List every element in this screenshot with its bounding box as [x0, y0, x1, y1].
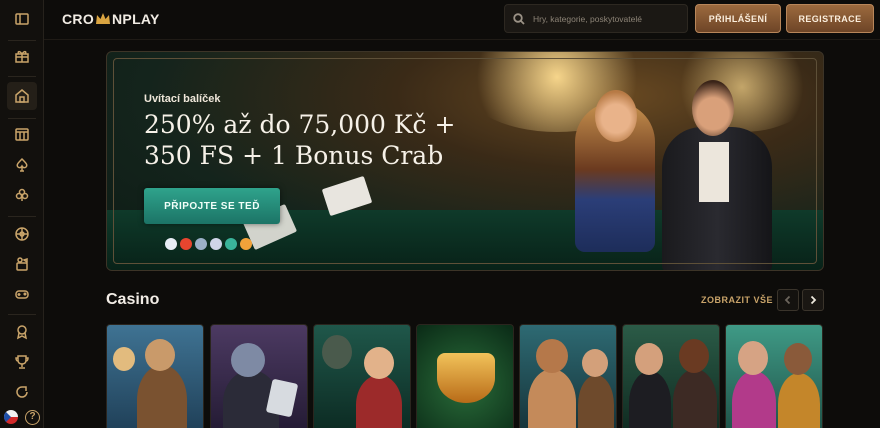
chevron-left-icon — [784, 295, 791, 305]
sidebar-divider — [8, 314, 36, 315]
gambler-slot-tile[interactable] — [725, 324, 823, 428]
search-input[interactable] — [533, 13, 683, 24]
roulette-icon[interactable] — [7, 220, 37, 248]
tether-icon — [225, 238, 237, 250]
casino-game-carousel — [106, 324, 880, 428]
support-icon[interactable] — [7, 378, 37, 406]
spade-icon[interactable] — [7, 151, 37, 179]
aztec-slot-tile[interactable] — [519, 324, 617, 428]
top-header: CRO NPLAY PŘIHLÁŠENÍ REGISTRACE — [44, 0, 880, 40]
login-button[interactable]: PŘIHLÁŠENÍ — [695, 4, 781, 33]
czech-flag-icon[interactable] — [4, 410, 18, 424]
clover-icon[interactable] — [7, 181, 37, 209]
mastercard-icon — [180, 238, 192, 250]
panel-toggle-icon[interactable] — [7, 5, 37, 33]
live-dealer-icon[interactable] — [7, 250, 37, 278]
view-all-link[interactable]: ZOBRAZIT VŠE — [701, 295, 773, 305]
bitcoin-icon — [240, 238, 252, 250]
carousel-next-button[interactable] — [802, 289, 824, 311]
casino-section-title: Casino — [106, 291, 160, 308]
headline-line-1: 250% až do 75,000 Kč + — [144, 110, 456, 139]
visa-icon — [165, 238, 177, 250]
join-now-button[interactable]: PŘIPOJTE SE TEĎ — [144, 188, 280, 224]
banner-subtitle: Uvítací balíček — [144, 93, 221, 105]
logo-text-right: NPLAY — [112, 11, 160, 27]
circus-slot-tile[interactable] — [313, 324, 411, 428]
crown-icon — [96, 13, 111, 24]
bank-icon — [195, 238, 207, 250]
sidebar-divider — [8, 118, 36, 119]
slot-machine-icon[interactable] — [7, 120, 37, 148]
headline-line-2: 350 FS + 1 Bonus Crab — [144, 141, 444, 170]
crownplay-logo[interactable]: CRO NPLAY — [62, 11, 160, 27]
sidebar: ? — [0, 0, 44, 428]
live-blackjack-tile[interactable] — [622, 324, 720, 428]
medal-icon[interactable] — [7, 318, 37, 346]
chevron-right-icon — [810, 295, 817, 305]
zombie-card-slot-tile[interactable] — [210, 324, 308, 428]
gift-icon[interactable] — [7, 42, 37, 70]
sidebar-divider — [8, 40, 36, 41]
diamond-slot-tile[interactable] — [416, 324, 514, 428]
welcome-bonus-banner[interactable]: Uvítací balíček 250% až do 75,000 Kč + 3… — [106, 51, 824, 271]
sidebar-divider — [8, 76, 36, 77]
banner-headline: 250% až do 75,000 Kč + 350 FS + 1 Bonus … — [144, 109, 474, 171]
logo-text-left: CRO — [62, 11, 95, 27]
home-icon[interactable] — [7, 82, 37, 110]
payment-methods — [165, 238, 252, 250]
ethereum-icon — [210, 238, 222, 250]
sidebar-divider — [8, 216, 36, 217]
register-button[interactable]: REGISTRACE — [786, 4, 874, 33]
carousel-prev-button[interactable] — [777, 289, 799, 311]
trophy-icon[interactable] — [7, 348, 37, 376]
help-icon[interactable]: ? — [25, 410, 40, 425]
search-box[interactable] — [504, 4, 688, 33]
search-icon — [513, 12, 525, 25]
gamepad-icon[interactable] — [7, 280, 37, 308]
viking-slot-tile[interactable] — [106, 324, 204, 428]
